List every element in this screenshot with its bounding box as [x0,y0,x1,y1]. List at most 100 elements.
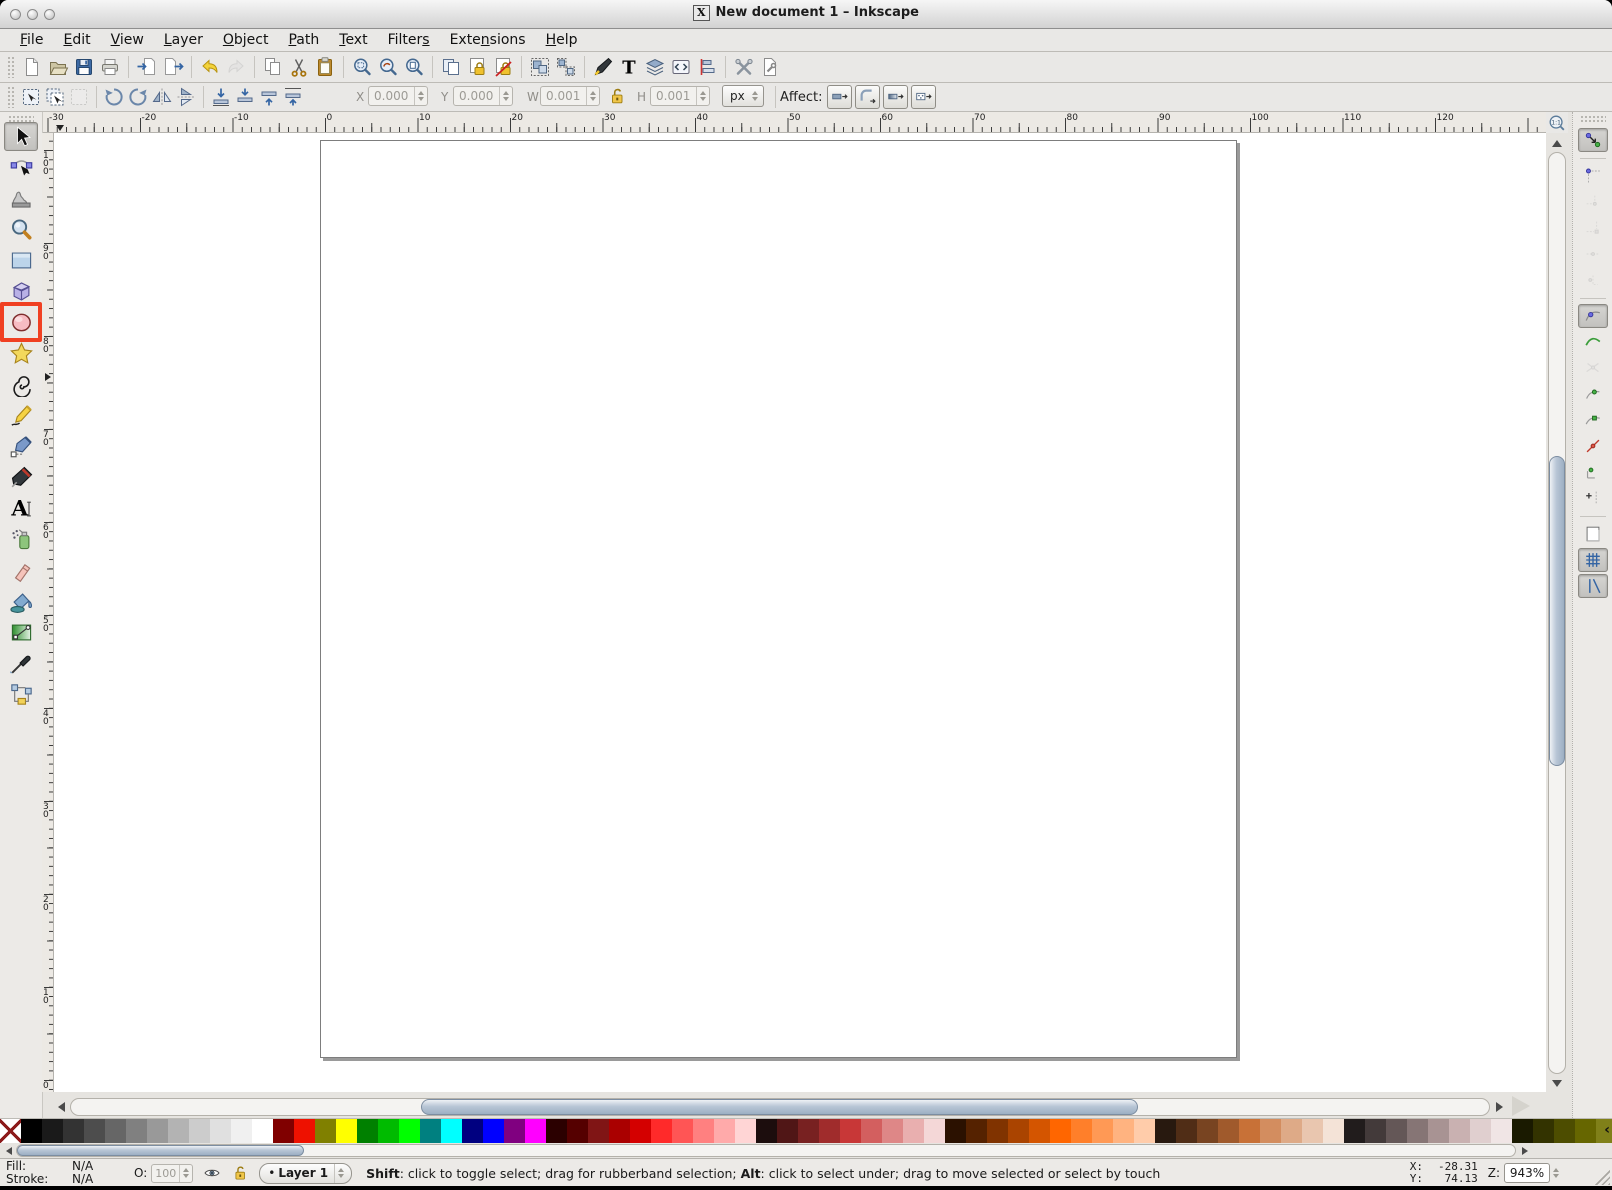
palette-scroll-left-icon[interactable]: ‹ [1604,1122,1610,1138]
titlebar[interactable]: XNew document 1 – Inkscape [0,0,1612,29]
fill-stroke-indicator[interactable]: Fill: N/A Stroke: N/A [6,1160,108,1186]
palette-swatch[interactable] [294,1119,315,1143]
x-field[interactable]: 0.000 [368,86,428,106]
scroll-left-button[interactable] [52,1097,70,1117]
opacity-field[interactable]: 100 [151,1164,193,1183]
copy-button[interactable] [260,54,286,80]
palette-swatch[interactable] [420,1119,441,1143]
palette-swatch[interactable] [756,1119,777,1143]
palette-swatch[interactable] [651,1119,672,1143]
vertical-ruler[interactable]: 1 0 09 08 07 06 05 04 03 02 01 00 [42,133,54,1092]
snap-rotation-centers-toggle[interactable] [1578,486,1608,510]
vertical-scrollbar-thumb[interactable] [1549,456,1565,766]
tool-pencil[interactable] [4,401,38,430]
tool-gradient[interactable] [4,618,38,647]
layer-selector[interactable]: • Layer 1 [259,1163,352,1184]
palette-scrollbar[interactable] [16,1144,1516,1157]
menu-filters[interactable]: Filters [378,31,440,49]
palette-swatch[interactable] [798,1119,819,1143]
palette-swatch[interactable] [1029,1119,1050,1143]
horizontal-scrollbar-thumb[interactable] [421,1099,1138,1115]
xml-editor-button[interactable] [668,54,694,80]
palette-swatch[interactable] [1449,1119,1470,1143]
tool-connector[interactable] [4,680,38,709]
quick-zoom-corner[interactable] [1512,1096,1530,1116]
palette-swatch[interactable] [819,1119,840,1143]
palette-scroll-right-button[interactable] [1518,1144,1532,1158]
palette-swatch[interactable] [1344,1119,1365,1143]
palette-swatch[interactable] [105,1119,126,1143]
tool-tweak[interactable] [4,184,38,213]
rotate-cw-button[interactable] [126,84,150,110]
palette-swatch[interactable] [378,1119,399,1143]
palette-swatch[interactable] [1323,1119,1344,1143]
snapbar-grip[interactable] [1580,115,1606,123]
palette-swatch[interactable] [126,1119,147,1143]
palette-swatch[interactable] [672,1119,693,1143]
palette-scrollbar-thumb[interactable] [17,1145,304,1156]
palette-swatch[interactable] [1218,1119,1239,1143]
palette-swatch[interactable] [714,1119,735,1143]
w-field[interactable]: 0.001 [540,86,600,106]
palette-swatch[interactable] [273,1119,294,1143]
scroll-up-button[interactable] [1546,134,1568,152]
opacity-spinner[interactable] [179,1165,192,1182]
snap-guides-toggle[interactable] [1578,574,1608,598]
fill-stroke-dialog-button[interactable] [590,54,616,80]
palette-swatch[interactable] [252,1119,273,1143]
menu-edit[interactable]: Edit [53,31,100,49]
layer-visibility-eye-icon[interactable] [203,1164,221,1182]
menu-view[interactable]: View [101,31,154,49]
menu-file[interactable]: File [10,31,53,49]
paste-button[interactable] [312,54,338,80]
palette-swatch[interactable] [966,1119,987,1143]
x-spinner[interactable] [414,87,427,105]
affect-transform-patterns-toggle[interactable] [911,85,936,109]
snap-line-midpoints-toggle[interactable] [1578,434,1608,458]
palette-none-swatch[interactable] [0,1119,21,1143]
palette-swatch[interactable] [588,1119,609,1143]
tool-spiral[interactable] [4,370,38,399]
tool-selector[interactable] [4,122,38,151]
palette-swatch[interactable] [1365,1119,1386,1143]
palette-swatch[interactable] [399,1119,420,1143]
zoom-page-button[interactable] [401,54,427,80]
affect-scale-corners-toggle[interactable] [855,85,880,109]
export-button[interactable] [160,54,186,80]
palette-swatch[interactable] [1491,1119,1512,1143]
palette-swatch[interactable] [693,1119,714,1143]
document-print-button[interactable] [97,54,123,80]
palette-swatch[interactable] [210,1119,231,1143]
palette-swatch[interactable] [336,1119,357,1143]
lower-button[interactable] [233,84,257,110]
palette-swatch[interactable] [315,1119,336,1143]
lock-width-height-icon[interactable] [607,86,627,110]
palette-swatch[interactable] [987,1119,1008,1143]
scroll-right-button[interactable] [1490,1097,1508,1117]
menu-help[interactable]: Help [536,31,588,49]
tool-rectangle[interactable] [4,246,38,275]
menu-path[interactable]: Path [278,31,329,49]
canvas[interactable] [54,133,1546,1092]
snap-nodes-toggle[interactable] [1578,304,1608,328]
palette-swatch[interactable] [630,1119,651,1143]
document-open-button[interactable] [45,54,71,80]
palette-swatch[interactable] [1512,1119,1533,1143]
toolbar-grip[interactable] [7,56,16,78]
palette-swatch[interactable] [168,1119,189,1143]
horizontal-ruler[interactable]: -30-20-100102030405060708090100110120 [42,112,1546,133]
snap-cusp-nodes-toggle[interactable] [1578,382,1608,406]
undo-button[interactable] [197,54,223,80]
menu-text[interactable]: Text [329,31,377,49]
palette-swatch[interactable] [882,1119,903,1143]
select-all-button[interactable] [19,84,43,110]
select-all-layers-button[interactable] [43,84,67,110]
group-button[interactable] [527,54,553,80]
palette-swatch[interactable] [1554,1119,1575,1143]
tool-star[interactable] [4,339,38,368]
tool-node[interactable] [4,153,38,182]
palette-swatch[interactable] [462,1119,483,1143]
palette-swatch[interactable] [546,1119,567,1143]
document-save-button[interactable] [71,54,97,80]
palette-swatch[interactable] [1260,1119,1281,1143]
